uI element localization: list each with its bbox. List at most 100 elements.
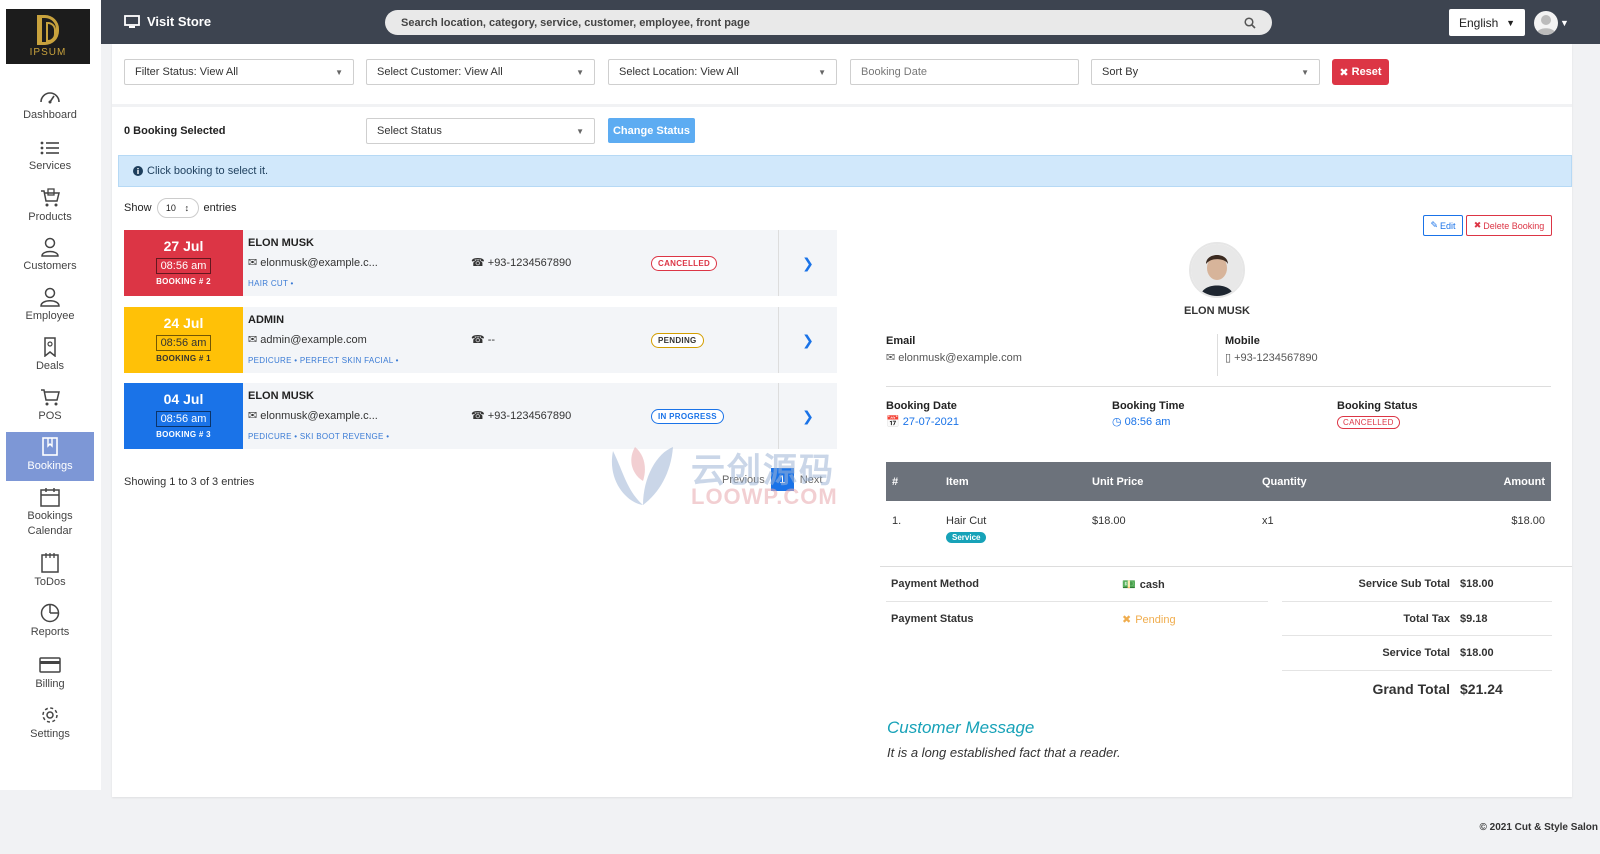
- email-label: Email: [886, 335, 916, 347]
- calendar-icon: 📅: [886, 416, 900, 428]
- bookings-panel: Filter Status: View All ▼ Select Customer…: [112, 44, 1572, 797]
- mobile-icon: ▯: [1225, 352, 1232, 364]
- sort-by-select[interactable]: Sort By ▼: [1091, 59, 1320, 85]
- sidebar-item-deals[interactable]: Deals: [6, 337, 94, 374]
- sidebar-item-reports[interactable]: Reports: [6, 603, 94, 640]
- chevron-down-icon: ▼: [335, 67, 343, 77]
- detail-mobile: ▯ +93-1234567890: [1225, 351, 1318, 365]
- booking-card[interactable]: 04 Jul 08:56 am BOOKING # 3 ELON MUSK ✉ …: [124, 383, 837, 449]
- booking-selected-count: 0 Booking Selected: [124, 125, 226, 137]
- chevron-down-icon[interactable]: ▼: [1560, 18, 1569, 28]
- sidebar-item-services[interactable]: Services: [6, 139, 94, 174]
- sidebar-item-bookings-calendar[interactable]: Bookings Calendar: [6, 487, 94, 539]
- filter-status-select[interactable]: Filter Status: View All ▼: [124, 59, 354, 85]
- booking-card[interactable]: 27 Jul 08:56 am BOOKING # 2 ELON MUSK ✉ …: [124, 230, 837, 296]
- entries-length-select[interactable]: 10 ↕: [156, 198, 199, 218]
- pagination: Previous 1 Next: [722, 468, 822, 491]
- brand-logo[interactable]: IPSUM: [6, 9, 90, 64]
- credit-card-icon: [39, 657, 61, 673]
- chevron-down-icon: ▼: [818, 67, 826, 77]
- phone-icon: ☎: [471, 410, 485, 422]
- divider: [1217, 334, 1218, 376]
- booking-date-block: 24 Jul 08:56 am BOOKING # 1: [124, 307, 243, 373]
- user-avatar[interactable]: [1534, 11, 1558, 35]
- close-icon: ✖: [1339, 66, 1349, 79]
- divider: [1282, 670, 1552, 671]
- close-icon: ✖: [1473, 220, 1482, 230]
- customer-phone: ☎ +93-1234567890: [471, 410, 572, 422]
- items-table-header: # Item Unit Price Quantity Amount: [886, 462, 1551, 501]
- sidebar-item-settings[interactable]: Settings: [6, 705, 94, 742]
- delete-booking-button[interactable]: ✖ Delete Booking: [1466, 215, 1552, 236]
- logo-text: IPSUM: [29, 47, 67, 58]
- calendar-icon: [40, 488, 60, 507]
- sidebar-item-employee[interactable]: Employee: [6, 287, 94, 324]
- sidebar-item-dashboard[interactable]: Dashboard: [6, 88, 94, 123]
- divider: [886, 601, 1268, 602]
- customer-phone: ☎ --: [471, 334, 496, 346]
- status-badge: PENDING: [651, 333, 704, 348]
- sort-arrows-icon: ↕: [184, 203, 190, 213]
- user-icon: [41, 237, 59, 257]
- visit-store-link[interactable]: Visit Store: [124, 14, 211, 29]
- sidebar-item-pos[interactable]: POS: [6, 387, 94, 424]
- sidebar-item-products[interactable]: Products: [6, 188, 94, 225]
- pagination-next[interactable]: Next: [800, 474, 823, 486]
- customer-phone: ☎ +93-1234567890: [471, 257, 572, 269]
- pagination-previous[interactable]: Previous: [722, 474, 765, 486]
- service-total-label: Service Total: [1382, 647, 1450, 659]
- sidebar-item-todos[interactable]: ToDos: [6, 553, 94, 590]
- booking-card[interactable]: 24 Jul 08:56 am BOOKING # 1 ADMIN ✉ admi…: [124, 307, 837, 373]
- grand-total: $21.24: [1460, 681, 1503, 697]
- customer-message-title: Customer Message: [887, 718, 1035, 737]
- envelope-icon: ✉: [886, 352, 896, 364]
- service-total: $18.00: [1460, 647, 1494, 659]
- search-icon[interactable]: [1244, 16, 1256, 29]
- chevron-right-icon[interactable]: ❯: [778, 307, 837, 373]
- select-customer-dropdown[interactable]: Select Customer: View All ▼: [366, 59, 595, 85]
- divider: [1282, 635, 1552, 636]
- pagination-page[interactable]: 1: [770, 468, 794, 491]
- reset-button[interactable]: ✖ Reset: [1332, 59, 1389, 85]
- gear-icon: [42, 707, 58, 723]
- booking-date-block: 27 Jul 08:56 am BOOKING # 2: [124, 230, 243, 296]
- global-search-input[interactable]: Search location, category, service, cust…: [385, 10, 1272, 35]
- info-alert: Click booking to select it.: [118, 155, 1572, 187]
- notepad-icon: [41, 553, 59, 573]
- booking-time-label: Booking Time: [1112, 400, 1185, 412]
- customer-email: ✉ admin@example.com: [248, 334, 367, 346]
- monitor-icon: [124, 14, 140, 28]
- pencil-icon: ✎: [1430, 220, 1439, 230]
- booking-date-input[interactable]: Booking Date: [850, 59, 1079, 85]
- select-status-dropdown[interactable]: Select Status ▼: [366, 118, 595, 144]
- customer-email: ✉ elonmusk@example.c...: [248, 410, 378, 422]
- detail-status-badge: CANCELLED: [1337, 416, 1400, 429]
- booking-date-label: Booking Date: [886, 400, 957, 412]
- sidebar-item-customers[interactable]: Customers: [6, 237, 94, 274]
- sidebar: IPSUM Dashboard Services Products Custom…: [0, 0, 101, 790]
- sub-total-label: Service Sub Total: [1358, 578, 1451, 590]
- pie-chart-icon: [40, 603, 60, 623]
- booking-status-label: Booking Status: [1337, 400, 1418, 412]
- total-tax-label: Total Tax: [1403, 613, 1450, 625]
- sidebar-item-bookings[interactable]: Bookings: [6, 432, 94, 481]
- change-status-button[interactable]: Change Status: [608, 118, 695, 143]
- chevron-right-icon[interactable]: ❯: [778, 230, 837, 296]
- sidebar-item-billing[interactable]: Billing: [6, 655, 94, 692]
- payment-method: 💵 cash: [1122, 578, 1165, 592]
- customer-name: ELON MUSK: [248, 390, 314, 402]
- phone-icon: ☎: [471, 257, 485, 269]
- envelope-icon: ✉: [248, 410, 258, 422]
- select-location-dropdown[interactable]: Select Location: View All ▼: [608, 59, 837, 85]
- customer-email: ✉ elonmusk@example.c...: [248, 257, 378, 269]
- table-row: 1. Hair Cut Service $18.00 x1 $18.00: [892, 515, 1545, 543]
- edit-booking-button[interactable]: ✎ Edit: [1423, 215, 1463, 236]
- chevron-down-icon: ▼: [576, 67, 584, 77]
- logo-mark-icon: [37, 15, 59, 45]
- chevron-right-icon[interactable]: ❯: [778, 383, 837, 449]
- list-icon: [40, 141, 59, 155]
- language-select[interactable]: English ▼: [1449, 9, 1525, 36]
- divider: [1282, 601, 1552, 602]
- ribbon-icon: [44, 337, 56, 357]
- chevron-down-icon: ▼: [1301, 67, 1309, 77]
